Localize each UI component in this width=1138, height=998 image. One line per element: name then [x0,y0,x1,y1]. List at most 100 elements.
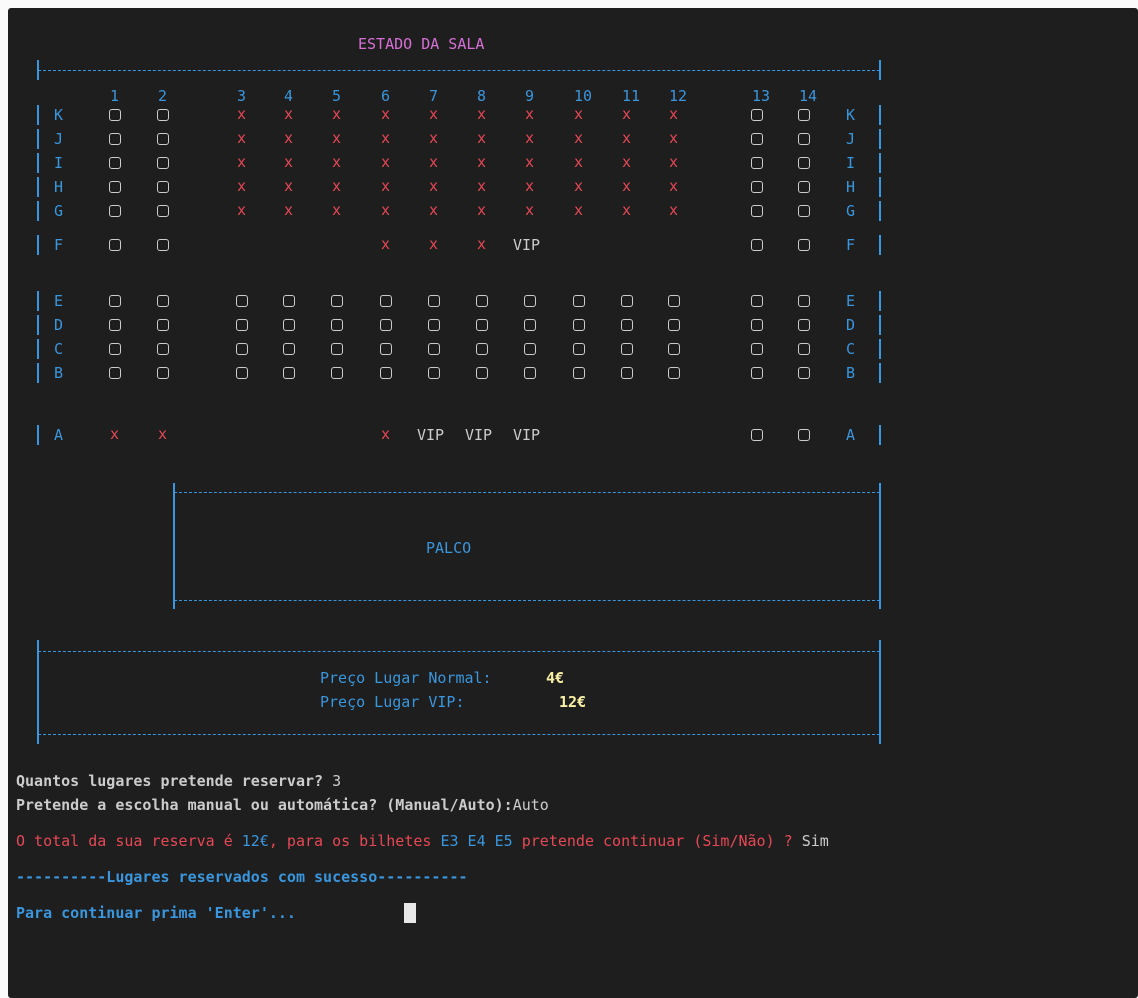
text-cursor[interactable] [404,903,416,923]
seat-free [283,343,295,355]
seat-free [751,133,763,145]
seat-free [476,295,488,307]
column-header: 9 [525,87,535,105]
confirm-answer: Sim [801,832,829,850]
seat-taken: x [574,129,584,147]
column-header: 14 [799,87,818,105]
seat-free [751,205,763,217]
total-text-post: pretende continuar (Sim/Não) ? [512,832,802,850]
seat-free [109,205,121,217]
seat-free [157,181,169,193]
row-left-border [37,105,39,125]
seat-free [157,295,169,307]
seat-taken: x [525,153,535,171]
stage-right-border [879,483,881,609]
row-label-right: C [846,340,856,358]
seat-taken: x [332,129,342,147]
row-label-left: A [54,426,64,444]
seat-free [157,133,169,145]
row-label-left: I [54,154,64,172]
seat-free [668,295,680,307]
seat-free [621,343,633,355]
stage-label: PALCO [426,539,472,557]
seat-taken: x [574,201,584,219]
column-header: 1 [110,87,120,105]
seat-free [751,109,763,121]
seat-free [157,109,169,121]
seat-free [109,109,121,121]
vip-price-value: 12€ [559,693,587,711]
seat-free [331,367,343,379]
seat-taken: x [525,177,535,195]
seat-free [573,367,585,379]
seat-free [331,319,343,331]
room-top-border [38,70,880,71]
row-label-left: G [54,202,64,220]
seat-taken: x [284,153,294,171]
seat-taken: x [429,177,439,195]
row-right-border [879,315,881,335]
row-label-left: B [54,364,64,382]
seat-taken: x [381,129,391,147]
seat-free [109,343,121,355]
seat-taken: x [381,425,391,443]
seat-taken: x [237,129,247,147]
row-right-border [879,235,881,255]
price-right-border [879,640,881,744]
column-header: 12 [669,87,688,105]
seat-free [668,367,680,379]
seat-free [283,319,295,331]
row-right-border [879,177,881,197]
row-label-right: J [846,130,856,148]
seat-taken: x [284,177,294,195]
seat-free [157,343,169,355]
seat-free [380,367,392,379]
seat-free [476,343,488,355]
column-header: 10 [574,87,593,105]
seat-taken: x [622,153,632,171]
row-label-left: E [54,292,64,310]
row-label-right: F [846,236,856,254]
seat-free [798,133,810,145]
row-right-border [879,363,881,383]
seat-taken: x [525,201,535,219]
seat-free [236,343,248,355]
seat-taken: x [332,105,342,123]
row-left-border [37,315,39,335]
seat-free [621,367,633,379]
row-left-border [37,235,39,255]
seat-free [157,157,169,169]
row-label-right: K [846,106,856,124]
seat-free [668,319,680,331]
seat-free [157,239,169,251]
seat-free [380,319,392,331]
seat-free [668,343,680,355]
seat-free [109,133,121,145]
vip-price-label: Preço Lugar VIP: [320,693,465,711]
seat-free [573,319,585,331]
seat-free [798,181,810,193]
seat-free [157,205,169,217]
normal-price-value: 4€ [546,669,565,687]
row-right-border [879,105,881,125]
column-header: 5 [332,87,342,105]
seat-free [751,319,763,331]
seat-free [380,343,392,355]
seat-taken: x [381,177,391,195]
column-header: 13 [752,87,771,105]
seat-free [751,181,763,193]
seat-free [109,239,121,251]
seat-free [621,295,633,307]
seat-taken: x [574,153,584,171]
seat-free [524,319,536,331]
price-top-border [38,651,880,652]
seat-taken: x [669,129,679,147]
seat-taken: x [284,129,294,147]
seat-taken: x [332,153,342,171]
row-left-border [37,201,39,221]
ticket-list: E3 E4 E5 [440,832,513,850]
row-label-left: D [54,316,64,334]
seat-free [798,205,810,217]
success-message: ----------Lugares reservados com sucesso… [16,868,468,886]
seat-free [798,239,810,251]
